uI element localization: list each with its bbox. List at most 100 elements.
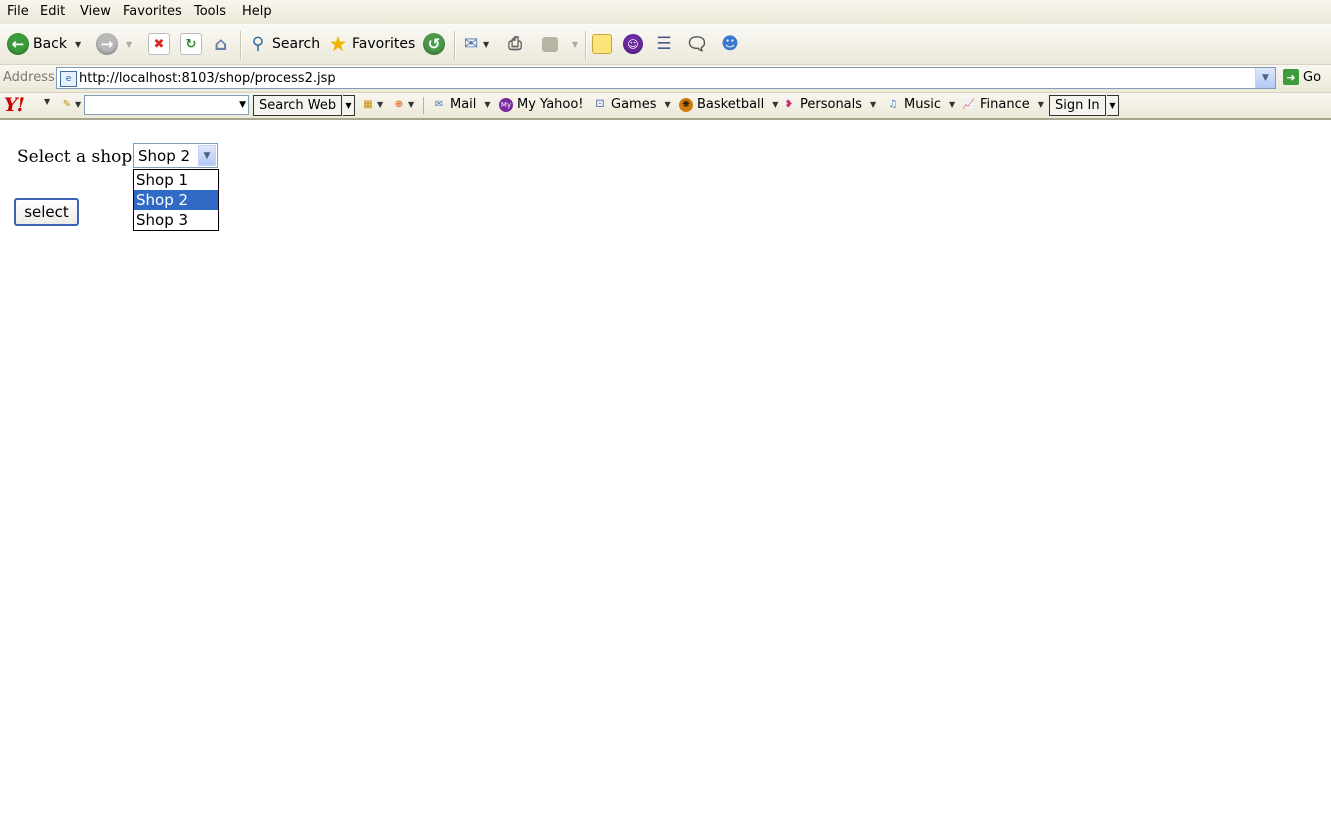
refresh-icon: ↻ bbox=[180, 33, 202, 55]
address-dropdown-icon[interactable]: ▼ bbox=[1255, 68, 1275, 88]
music-button[interactable]: ♫ Music ▼ bbox=[886, 97, 956, 112]
address-bar: Address e http://localhost:8103/shop/pro… bbox=[0, 65, 1331, 93]
antispy-button[interactable]: ⊕ ▼ bbox=[392, 97, 414, 111]
select-button[interactable]: select bbox=[14, 198, 79, 226]
yahoo-logo-dropdown-icon[interactable]: ▼ bbox=[44, 97, 50, 106]
hearts-icon: ❥ bbox=[784, 99, 794, 110]
sign-in-dropdown-icon[interactable]: ▼ bbox=[1107, 95, 1119, 116]
highlight-button[interactable]: ▦ ▼ bbox=[361, 97, 383, 111]
research-button[interactable]: ☰ bbox=[654, 24, 674, 64]
personals-dropdown-icon[interactable]: ▼ bbox=[870, 100, 876, 109]
games-label: Games bbox=[611, 97, 657, 112]
yahoo-mail-button[interactable]: ✉ Mail ▼ bbox=[432, 97, 491, 112]
yahoo-logo[interactable]: Y! bbox=[4, 94, 25, 116]
go-label: Go bbox=[1303, 69, 1322, 85]
star-icon: ★ bbox=[328, 32, 348, 56]
yahoo-toolbar: Y! ▼ ✎ ▼ ▼ Search Web ▼ ▦ ▼ ⊕ ▼ ✉ Mail ▼… bbox=[0, 93, 1331, 120]
toolbar-separator bbox=[240, 31, 242, 59]
toolbar-separator bbox=[454, 31, 456, 59]
toolbar-separator bbox=[585, 31, 587, 59]
back-arrow-icon: ← bbox=[7, 33, 29, 55]
highlight-icon: ▦ bbox=[363, 98, 373, 110]
forward-arrow-icon: → bbox=[96, 33, 118, 55]
shop-option-2[interactable]: Shop 2 bbox=[134, 190, 218, 210]
address-label: Address bbox=[3, 70, 55, 85]
go-button[interactable]: ➜ Go bbox=[1283, 69, 1321, 85]
mail-dropdown-icon[interactable]: ▼ bbox=[484, 100, 490, 109]
printer-icon: ⎙ bbox=[508, 34, 522, 54]
music-note-icon: ♫ bbox=[888, 99, 898, 110]
highlight-dropdown-icon[interactable]: ▼ bbox=[377, 100, 383, 109]
back-dropdown-icon[interactable]: ▼ bbox=[75, 40, 81, 49]
mail-button[interactable]: ✉ ▼ bbox=[461, 24, 489, 64]
contacts-button[interactable]: ☻ bbox=[720, 24, 740, 64]
forward-dropdown-icon[interactable]: ▼ bbox=[126, 40, 132, 49]
chart-icon: 📈 bbox=[962, 99, 976, 110]
target-icon: ⊕ bbox=[394, 98, 404, 110]
yahoo-pencil-button[interactable]: ✎ ▼ bbox=[60, 97, 81, 111]
favorites-button[interactable]: ★ Favorites bbox=[328, 24, 416, 64]
basketball-button[interactable]: ❋ Basketball ▼ bbox=[679, 97, 778, 112]
my-yahoo-button[interactable]: My My Yahoo! bbox=[499, 97, 584, 112]
games-button[interactable]: ⚀ Games ▼ bbox=[593, 97, 671, 112]
yahoo-separator bbox=[423, 97, 424, 114]
stop-icon: ✖ bbox=[148, 33, 170, 55]
menu-help[interactable]: Help bbox=[242, 4, 272, 19]
basketball-label: Basketball bbox=[697, 97, 765, 112]
history-button[interactable]: ↺ bbox=[423, 24, 445, 64]
chevron-down-icon[interactable]: ▼ bbox=[198, 145, 216, 166]
games-dropdown-icon[interactable]: ▼ bbox=[664, 100, 670, 109]
yahoo-search-dropdown-icon[interactable]: ▼ bbox=[239, 100, 246, 110]
menu-view[interactable]: View bbox=[80, 4, 111, 19]
print-button[interactable]: ⎙ bbox=[505, 24, 525, 64]
search-web-button[interactable]: Search Web bbox=[253, 95, 343, 116]
menu-file[interactable]: File bbox=[7, 4, 29, 19]
my-yahoo-icon: My bbox=[499, 97, 513, 112]
research-icon: ☰ bbox=[656, 34, 672, 54]
back-label: Back bbox=[33, 36, 67, 52]
address-input[interactable]: e http://localhost:8103/shop/process2.js… bbox=[56, 67, 1276, 89]
page-icon: e bbox=[60, 71, 77, 87]
finance-button[interactable]: 📈 Finance ▼ bbox=[962, 97, 1044, 112]
edit-dropdown-icon[interactable]: ▼ bbox=[572, 40, 578, 49]
personals-button[interactable]: ❥ Personals ▼ bbox=[782, 97, 876, 112]
antispy-dropdown-icon[interactable]: ▼ bbox=[408, 100, 414, 109]
shop-option-1[interactable]: Shop 1 bbox=[134, 170, 218, 190]
yahoo-search-input[interactable]: ▼ bbox=[84, 95, 249, 115]
finance-dropdown-icon[interactable]: ▼ bbox=[1038, 100, 1044, 109]
stop-button[interactable]: ✖ bbox=[148, 24, 170, 64]
messenger-smiley-icon: ☺ bbox=[623, 34, 643, 54]
shop-select[interactable]: Shop 2 ▼ bbox=[133, 143, 218, 168]
refresh-button[interactable]: ↻ bbox=[180, 24, 202, 64]
discuss-button[interactable]: 🗨 bbox=[686, 24, 709, 64]
history-icon: ↺ bbox=[423, 33, 445, 55]
standard-toolbar: ← Back ▼ → ▼ ✖ ↻ ⌂ ⚲ Search ★ Favorites … bbox=[0, 24, 1331, 65]
home-button[interactable]: ⌂ bbox=[211, 24, 231, 64]
sign-in-button[interactable]: Sign In bbox=[1049, 95, 1106, 116]
search-label: Search bbox=[272, 36, 321, 52]
note-button[interactable] bbox=[592, 24, 612, 64]
shop-option-3[interactable]: Shop 3 bbox=[134, 210, 218, 230]
go-arrow-icon: ➜ bbox=[1283, 69, 1299, 85]
forward-button[interactable]: → ▼ bbox=[96, 24, 132, 64]
mail-dropdown-icon[interactable]: ▼ bbox=[483, 40, 489, 49]
yahoo-mail-label: Mail bbox=[450, 97, 477, 112]
search-web-dropdown-icon[interactable]: ▼ bbox=[343, 95, 355, 116]
menu-favorites[interactable]: Favorites bbox=[123, 4, 182, 19]
messenger-button[interactable]: ☺ bbox=[623, 24, 643, 64]
back-button[interactable]: ← Back ▼ bbox=[7, 24, 81, 64]
menu-tools[interactable]: Tools bbox=[194, 4, 226, 19]
music-dropdown-icon[interactable]: ▼ bbox=[949, 100, 955, 109]
people-icon: ☻ bbox=[721, 34, 739, 54]
my-yahoo-label: My Yahoo! bbox=[517, 97, 584, 112]
sticky-note-icon bbox=[592, 34, 612, 54]
pencil-dropdown-icon[interactable]: ▼ bbox=[75, 100, 81, 109]
basketball-dropdown-icon[interactable]: ▼ bbox=[772, 100, 778, 109]
edit-icon bbox=[542, 36, 558, 52]
menu-edit[interactable]: Edit bbox=[40, 4, 65, 19]
search-button[interactable]: ⚲ Search bbox=[248, 24, 320, 64]
favorites-label: Favorites bbox=[352, 36, 416, 52]
home-icon: ⌂ bbox=[214, 33, 228, 55]
edit-button[interactable]: ▼ bbox=[542, 24, 578, 64]
basketball-icon: ❋ bbox=[679, 97, 693, 112]
